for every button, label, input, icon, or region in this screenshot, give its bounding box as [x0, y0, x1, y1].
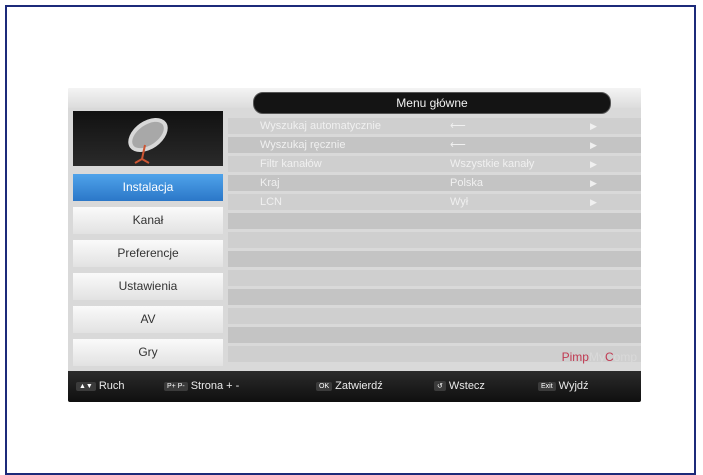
row-label: Filtr kanałów — [260, 158, 322, 170]
exit-key-icon: Exit — [538, 381, 556, 391]
sidebar-item-games[interactable]: Gry — [73, 339, 223, 366]
page-key-icon: P+ P- — [164, 381, 188, 391]
hint-ok-label: Zatwierdź — [335, 380, 383, 392]
back-key-icon: ↺ — [434, 381, 446, 392]
menu-title: Menu główne — [396, 96, 468, 110]
sidebar: Instalacja Kanał Preferencje Ustawienia … — [73, 174, 223, 372]
sidebar-item-settings[interactable]: Ustawienia — [73, 273, 223, 300]
hint-exit-label: Wyjdź — [558, 380, 589, 392]
empty-row — [228, 308, 641, 324]
ok-key-icon: OK — [316, 381, 333, 391]
hint-move-label: Ruch — [98, 380, 125, 392]
enter-icon: ⟵ — [450, 120, 466, 132]
settings-row-auto-search[interactable]: Wyszukaj automatycznie ⟵ ▶ — [228, 118, 641, 134]
arrow-right-icon: ▶ — [590, 140, 597, 150]
hint-back-label: Wstecz — [448, 380, 485, 392]
hint-ok: OK Zatwierdź — [316, 380, 383, 392]
sidebar-item-channel[interactable]: Kanał — [73, 207, 223, 234]
row-value: Wył — [450, 196, 469, 208]
hint-move: ▲▼ Ruch — [76, 380, 125, 392]
arrow-right-icon: ▶ — [590, 159, 597, 169]
arrow-right-icon: ▶ — [590, 197, 597, 207]
sidebar-item-av[interactable]: AV — [73, 306, 223, 333]
arrow-right-icon: ▶ — [590, 121, 597, 131]
empty-row — [228, 251, 641, 267]
watermark-part: C — [604, 350, 614, 364]
empty-row — [228, 270, 641, 286]
arrow-right-icon: ▶ — [590, 178, 597, 188]
hint-back: ↺ Wstecz — [434, 380, 485, 392]
row-label: Wyszukaj ręcznie — [260, 139, 346, 151]
row-value: Polska — [450, 177, 484, 189]
row-label: LCN — [260, 196, 283, 208]
tv-menu-screen: Menu główne Instalacja Kanał Preferencje… — [68, 88, 641, 402]
enter-icon: ⟵ — [450, 139, 466, 151]
settings-row-lcn[interactable]: LCN Wył ▶ — [228, 194, 641, 210]
watermark: PimpMyComp — [562, 350, 637, 364]
hint-page: P+ P- Strona + - — [164, 380, 239, 392]
menu-title-bar: Menu główne — [253, 92, 611, 114]
settings-row-manual-search[interactable]: Wyszukaj ręcznie ⟵ ▶ — [228, 137, 641, 153]
empty-row — [228, 327, 641, 343]
row-label: Kraj — [260, 177, 280, 189]
satellite-dish-icon — [128, 117, 168, 164]
settings-row-country[interactable]: Kraj Polska ▶ — [228, 175, 641, 191]
empty-row — [228, 289, 641, 305]
watermark-part: M — [588, 350, 599, 364]
watermark-part: Pimp — [561, 350, 589, 364]
settings-list: Wyszukaj automatycznie ⟵ ▶ Wyszukaj ręcz… — [228, 118, 641, 365]
row-value: Wszystkie kanały — [450, 158, 535, 170]
row-label: Wyszukaj automatycznie — [260, 120, 381, 132]
settings-row-channel-filter[interactable]: Filtr kanałów Wszystkie kanały ▶ — [228, 156, 641, 172]
hint-page-label: Strona + - — [190, 380, 240, 392]
sidebar-item-preferences[interactable]: Preferencje — [73, 240, 223, 267]
installation-logo — [73, 111, 223, 166]
hint-exit: Exit Wyjdź — [538, 380, 589, 392]
empty-row — [228, 232, 641, 248]
move-key-icon: ▲▼ — [76, 381, 96, 391]
bottom-hint-bar: ▲▼ Ruch P+ P- Strona + - OK Zatwierdź ↺ Wste… — [68, 371, 641, 402]
sidebar-item-installation[interactable]: Instalacja — [73, 174, 223, 201]
watermark-part: omp — [613, 350, 637, 364]
empty-row — [228, 213, 641, 229]
